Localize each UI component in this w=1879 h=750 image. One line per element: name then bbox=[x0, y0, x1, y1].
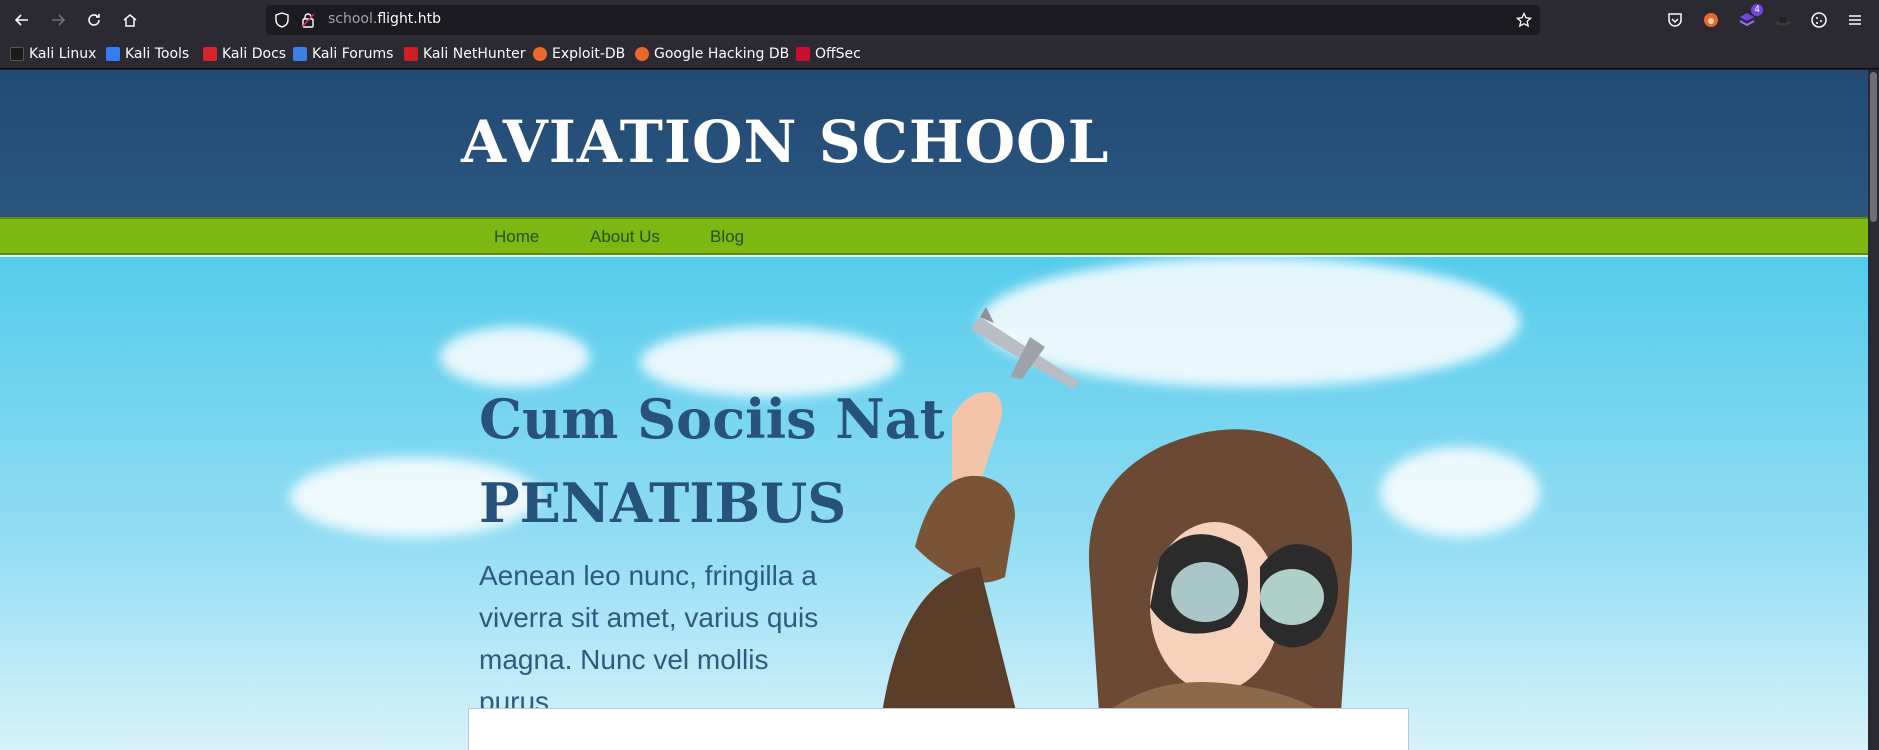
toy-airplane-icon bbox=[970, 307, 1080, 389]
bookmark-kali-linux[interactable]: Kali Linux bbox=[10, 45, 96, 63]
url-domain: flight.htb bbox=[377, 11, 441, 27]
reload-button[interactable] bbox=[82, 8, 106, 32]
ghdb-icon bbox=[635, 47, 649, 61]
hero-paragraph: Aenean leo nunc, fringilla a viverra sit… bbox=[479, 560, 819, 717]
nav-about-us[interactable]: About Us bbox=[590, 227, 660, 247]
cookie-icon bbox=[1811, 12, 1827, 28]
app-menu-button[interactable] bbox=[1845, 10, 1865, 30]
bookmark-label: Kali NetHunter bbox=[423, 46, 526, 62]
bookmark-label: OffSec bbox=[815, 46, 861, 62]
url-bar[interactable]: school.flight.htb bbox=[266, 5, 1540, 35]
hero-banner: Cum Sociis Nat PENATIBUS Aenean leo nunc… bbox=[0, 257, 1879, 750]
nav-blog[interactable]: Blog bbox=[710, 227, 744, 247]
bookmark-kali-nethunter[interactable]: Kali NetHunter bbox=[404, 45, 525, 63]
nav-home[interactable]: Home bbox=[494, 227, 539, 247]
bookmark-label: Kali Tools bbox=[125, 46, 190, 62]
scrollbar-thumb[interactable] bbox=[1870, 72, 1877, 222]
forward-button[interactable] bbox=[46, 8, 70, 32]
forward-arrow-icon bbox=[52, 14, 66, 26]
bookmark-label: Kali Docs bbox=[222, 46, 287, 62]
back-arrow-icon bbox=[14, 14, 28, 26]
bookmark-offsec[interactable]: OffSec bbox=[796, 45, 861, 63]
site-header: AVIATION SCHOOL bbox=[0, 70, 1879, 217]
hero-heading-line1: Cum Sociis Nat bbox=[479, 387, 945, 451]
reload-icon bbox=[88, 14, 100, 26]
nethunter-icon bbox=[404, 47, 418, 61]
web-page: AVIATION SCHOOL Home About Us Blog Cum S… bbox=[0, 70, 1879, 750]
url-subdomain: school. bbox=[328, 11, 378, 27]
bookmark-star-icon[interactable] bbox=[1516, 12, 1532, 28]
url-text[interactable]: school.flight.htb bbox=[328, 11, 441, 27]
bookmark-label: Google Hacking DB bbox=[654, 46, 790, 62]
extension-count-badge: 4 bbox=[1751, 4, 1763, 16]
hat-icon bbox=[1775, 17, 1791, 26]
kali-forums-icon bbox=[293, 47, 307, 61]
kali-tools-icon bbox=[106, 47, 120, 61]
foxyproxy-button[interactable] bbox=[1701, 10, 1721, 30]
pocket-icon bbox=[1668, 13, 1682, 27]
tracking-protection-shield-icon[interactable] bbox=[274, 12, 290, 28]
bookmarks-toolbar: Kali Linux Kali Tools Kali Docs Kali For… bbox=[0, 40, 1879, 69]
home-button[interactable] bbox=[118, 8, 142, 32]
bookmark-kali-tools[interactable]: Kali Tools bbox=[106, 45, 189, 63]
main-navigation: Home About Us Blog bbox=[0, 217, 1879, 255]
content-panel bbox=[468, 708, 1409, 750]
hero-heading: Cum Sociis Nat PENATIBUS bbox=[479, 377, 945, 545]
site-title[interactable]: AVIATION SCHOOL bbox=[461, 108, 1109, 176]
pocket-button[interactable] bbox=[1665, 10, 1685, 30]
bookmark-kali-forums[interactable]: Kali Forums bbox=[293, 45, 393, 63]
browser-toolbar: school.flight.htb 4 bbox=[0, 0, 1879, 40]
bookmark-kali-docs[interactable]: Kali Docs bbox=[203, 45, 286, 63]
back-button[interactable] bbox=[10, 8, 34, 32]
kali-docs-icon bbox=[203, 47, 217, 61]
hat-extension-button[interactable] bbox=[1773, 10, 1793, 30]
bookmark-label: Kali Linux bbox=[29, 46, 97, 62]
kali-dragon-icon bbox=[10, 47, 24, 61]
extension-badge-button[interactable]: 4 bbox=[1737, 4, 1763, 30]
fox-extension-icon bbox=[1704, 13, 1718, 27]
bookmark-label: Kali Forums bbox=[312, 46, 394, 62]
home-icon bbox=[123, 14, 137, 27]
exploit-db-icon bbox=[533, 47, 547, 61]
cookie-extension-button[interactable] bbox=[1809, 10, 1829, 30]
insecure-lock-icon[interactable] bbox=[300, 12, 316, 28]
hero-heading-line2: PENATIBUS bbox=[479, 471, 847, 535]
offsec-icon bbox=[796, 47, 810, 61]
bookmark-label: Exploit-DB bbox=[552, 46, 626, 62]
hamburger-menu-icon bbox=[1849, 15, 1861, 25]
bookmark-exploit-db[interactable]: Exploit-DB bbox=[533, 45, 625, 63]
bookmark-google-hacking-db[interactable]: Google Hacking DB bbox=[635, 45, 789, 63]
